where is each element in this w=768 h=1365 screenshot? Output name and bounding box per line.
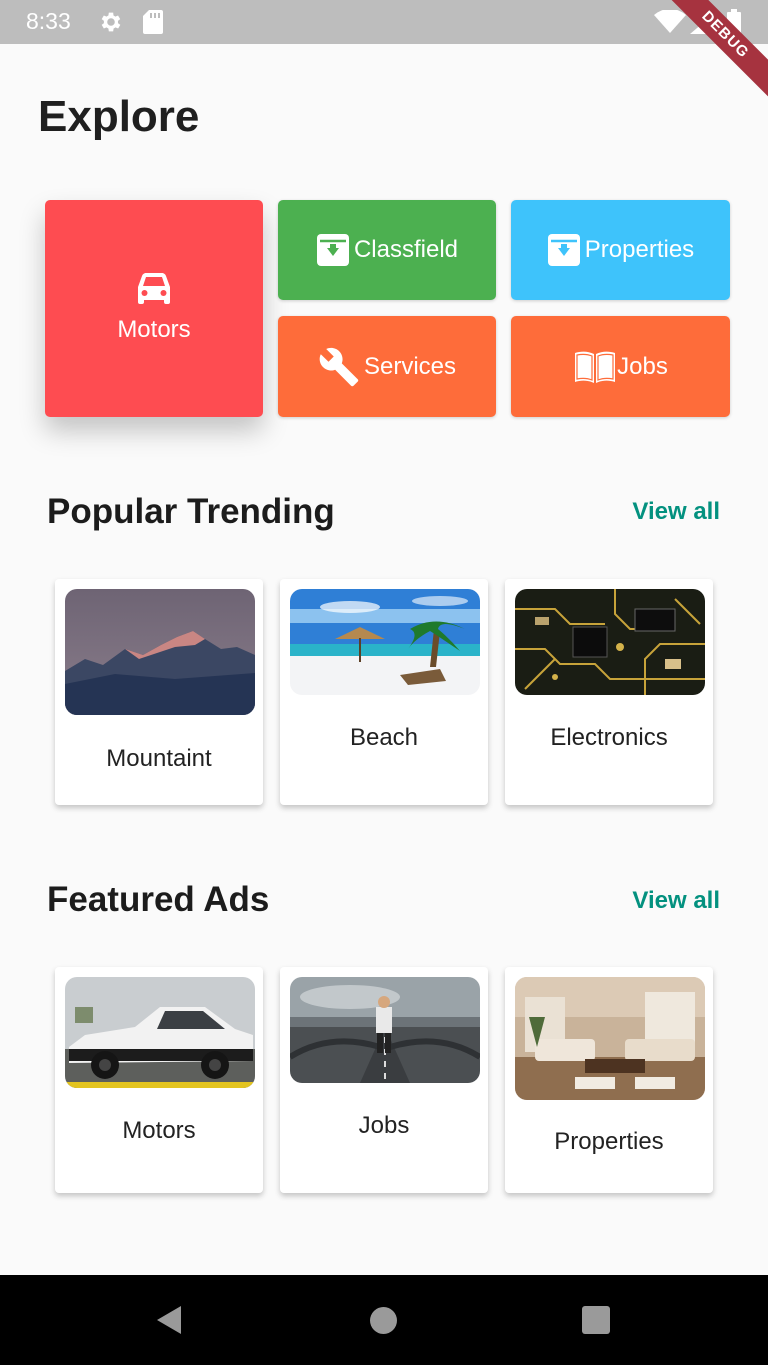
road-man-image bbox=[290, 977, 480, 1083]
featured-card-jobs[interactable]: Jobs bbox=[280, 967, 488, 1193]
featured-card-properties[interactable]: Properties bbox=[505, 967, 713, 1193]
section-title-featured: Featured Ads bbox=[47, 880, 270, 919]
car-image bbox=[65, 977, 255, 1088]
car-icon bbox=[135, 273, 173, 310]
status-time: 8:33 bbox=[26, 8, 71, 34]
popular-card-electronics[interactable]: Electronics bbox=[505, 579, 713, 805]
card-label: Motors bbox=[122, 1117, 196, 1144]
category-label: Motors bbox=[117, 316, 191, 343]
page-title: Explore bbox=[38, 92, 200, 141]
living-room-image bbox=[515, 977, 705, 1100]
card-label: Mountaint bbox=[106, 745, 212, 772]
card-label: Properties bbox=[554, 1128, 664, 1155]
book-icon bbox=[573, 350, 617, 384]
back-icon[interactable] bbox=[155, 1305, 183, 1340]
popular-card-mountain[interactable]: Mountaint bbox=[55, 579, 263, 805]
sd-card-icon bbox=[142, 9, 164, 40]
category-tile-services[interactable]: Services bbox=[278, 316, 496, 417]
view-all-featured-link[interactable]: View all bbox=[632, 887, 720, 915]
wifi-icon bbox=[654, 8, 686, 39]
category-tile-jobs[interactable]: Jobs bbox=[511, 316, 730, 417]
featured-card-motors[interactable]: Motors bbox=[55, 967, 263, 1193]
card-label: Beach bbox=[349, 724, 419, 751]
status-bar: 8:33 bbox=[0, 0, 768, 44]
category-tile-classfield[interactable]: Classfield bbox=[278, 200, 496, 300]
category-label: Jobs bbox=[617, 352, 668, 380]
popular-card-beach[interactable]: Beach bbox=[280, 579, 488, 805]
card-label: Jobs bbox=[358, 1112, 410, 1139]
mountain-image bbox=[65, 589, 255, 715]
category-tile-motors[interactable]: Motors bbox=[45, 200, 263, 417]
recents-icon[interactable] bbox=[582, 1306, 610, 1334]
archive-icon bbox=[547, 233, 581, 267]
view-all-popular-link[interactable]: View all bbox=[632, 498, 720, 526]
gear-icon bbox=[98, 9, 124, 40]
beach-image bbox=[290, 589, 480, 695]
card-label: Electronics bbox=[550, 724, 668, 751]
category-label: Properties bbox=[584, 236, 695, 263]
archive-icon bbox=[316, 233, 350, 267]
section-title-popular: Popular Trending bbox=[47, 492, 335, 531]
category-label: Classfield bbox=[353, 236, 459, 263]
category-tile-properties[interactable]: Properties bbox=[511, 200, 730, 300]
circuit-board-image bbox=[515, 589, 705, 695]
category-label: Services bbox=[363, 352, 457, 380]
home-icon[interactable] bbox=[370, 1307, 397, 1334]
wrench-icon bbox=[318, 346, 360, 388]
